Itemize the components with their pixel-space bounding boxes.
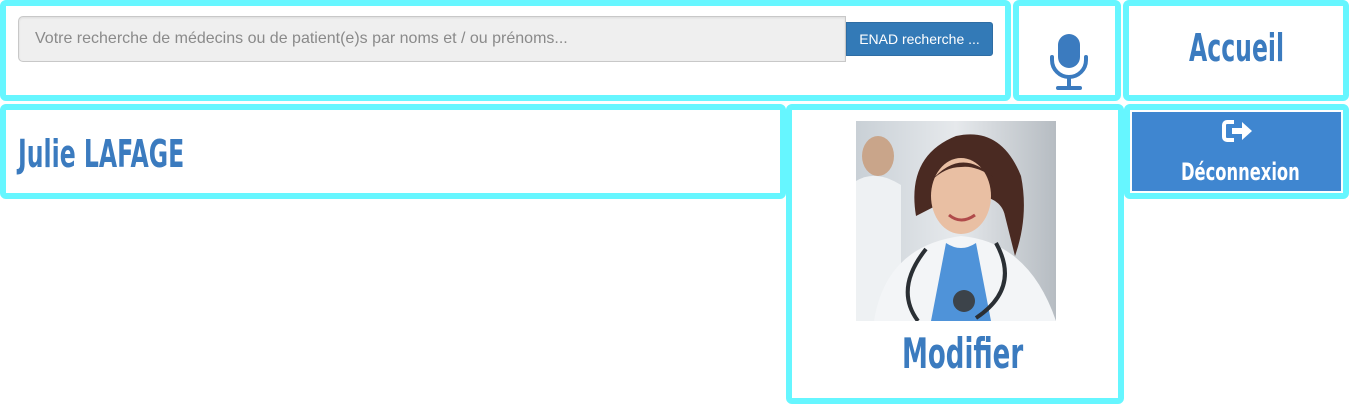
- search-panel: ENAD recherche ...: [0, 0, 1011, 101]
- user-name-panel: Julie LAFAGE: [0, 104, 786, 199]
- avatar[interactable]: [856, 121, 1056, 321]
- user-name: Julie LAFAGE: [18, 132, 185, 176]
- search-button[interactable]: ENAD recherche ...: [846, 22, 993, 56]
- profile-panel: Modifier: [786, 104, 1124, 404]
- logout-button[interactable]: Déconnexion: [1132, 112, 1341, 191]
- home-link[interactable]: Accueil: [1189, 26, 1284, 70]
- logout-panel: Déconnexion: [1124, 104, 1349, 199]
- sign-out-icon: [1222, 120, 1252, 142]
- microphone-icon[interactable]: [1047, 32, 1091, 92]
- search-input[interactable]: [18, 16, 846, 62]
- voice-search-panel: [1013, 0, 1121, 101]
- search-bar: ENAD recherche ...: [18, 16, 993, 62]
- edit-profile-link[interactable]: Modifier: [902, 330, 1023, 378]
- home-panel: Accueil: [1123, 0, 1349, 101]
- logout-label: Déconnexion: [1181, 158, 1300, 186]
